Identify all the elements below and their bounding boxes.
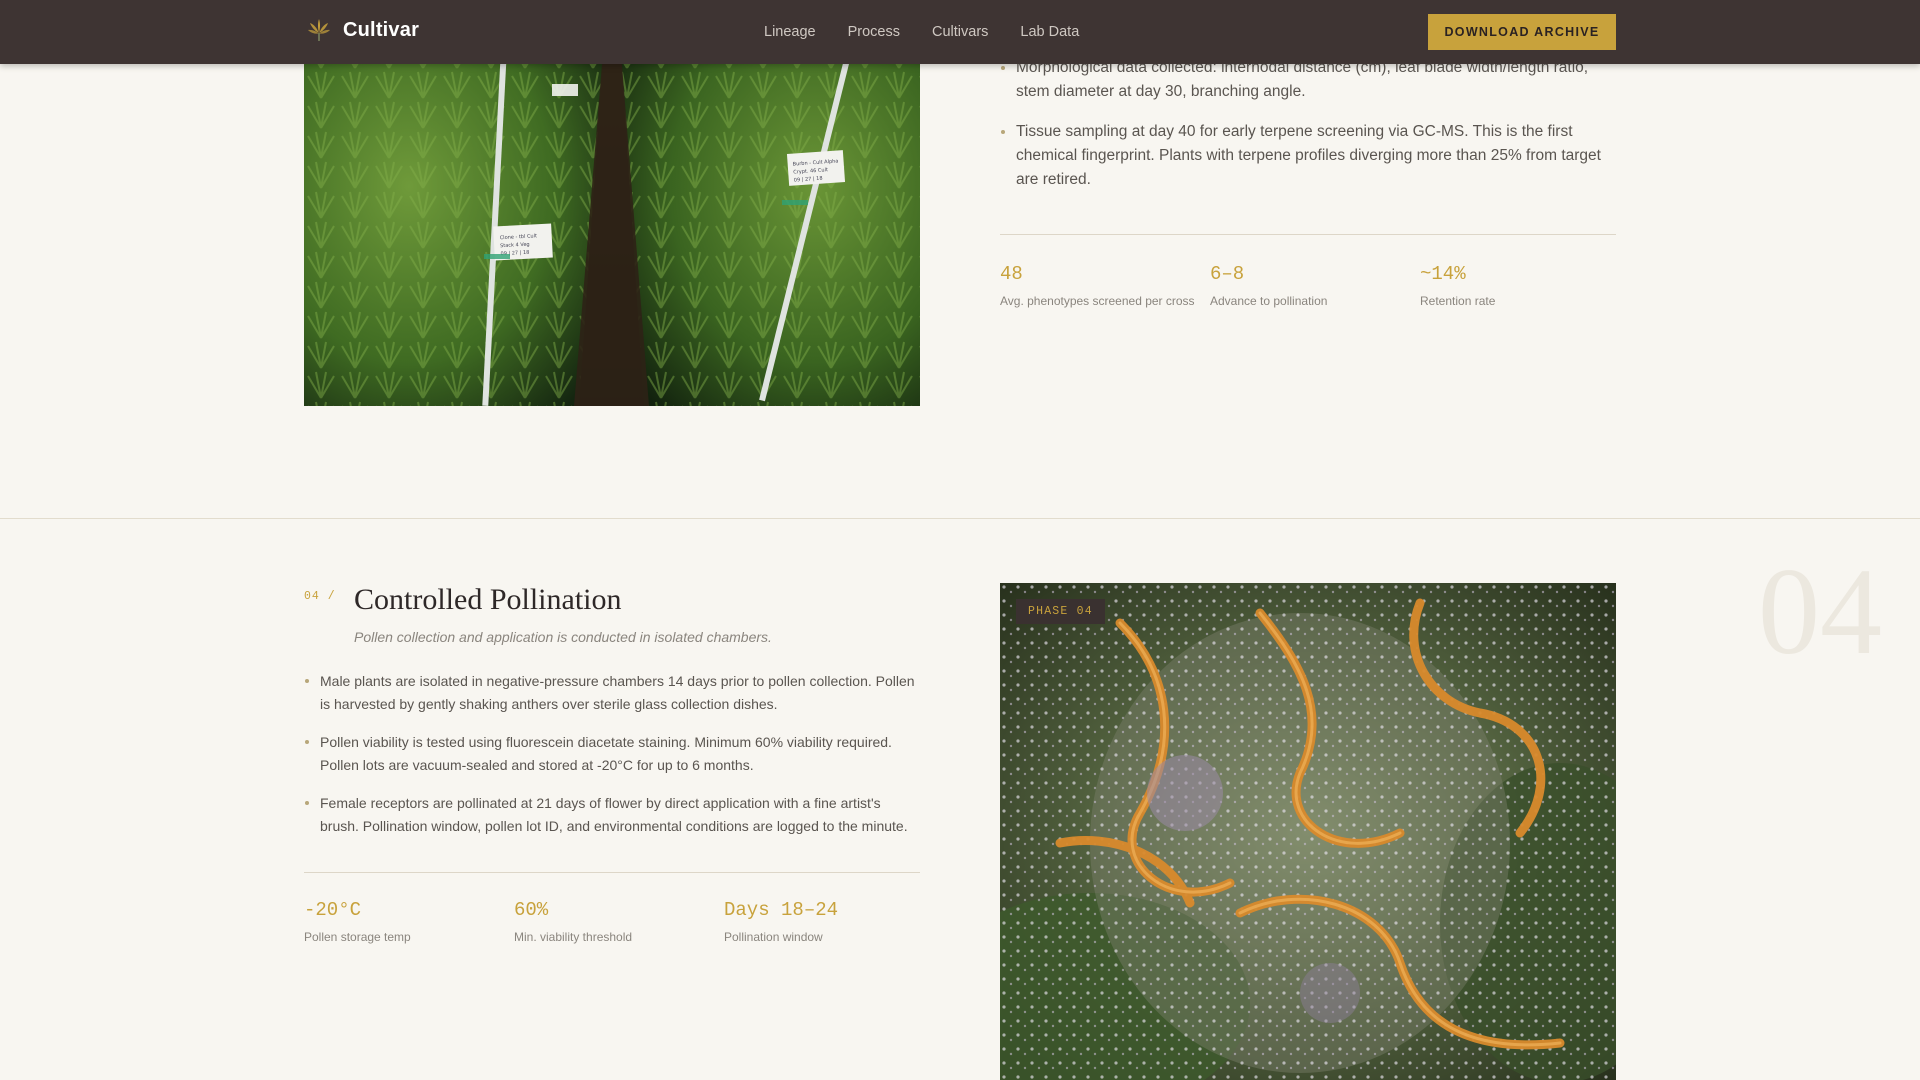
stat-label: Min. viability threshold [514, 930, 633, 944]
phase-stats: -20°C Pollen storage temp 60% Min. viabi… [304, 898, 934, 944]
stat-value: 6–8 [1210, 263, 1245, 285]
greenhouse-rows-photo: Clone - tbl Cult Stack 4 Veg 09 | 27 | 1… [304, 40, 920, 406]
nav-link-cultivars[interactable]: Cultivars [932, 24, 988, 40]
brand-name: Cultivar [343, 18, 420, 41]
stat-label: Retention rate [1420, 294, 1496, 308]
nav-link-process[interactable]: Process [848, 24, 900, 40]
upper-bullet-list: Morphological data collected: internodal… [1000, 56, 1620, 208]
greenhouse-rows-illustration: Clone - tbl Cult Stack 4 Veg 09 | 27 | 1… [304, 40, 920, 406]
stat-block: 6–8 Advance to pollination [1210, 262, 1420, 308]
stat-block: 48 Avg. phenotypes screened per cross [1000, 262, 1210, 308]
nav-link-lab-data[interactable]: Lab Data [1020, 24, 1079, 40]
stat-value: 48 [1000, 263, 1023, 285]
upper-stats: 48 Avg. phenotypes screened per cross 6–… [1000, 262, 1630, 308]
stat-value: Days 18–24 [724, 899, 839, 921]
divider [1000, 234, 1616, 235]
phase-title: Controlled Pollination [354, 583, 622, 616]
flower-macro-photo: PHASE 04 [1000, 583, 1616, 1080]
ghost-phase-number: 04 [1758, 543, 1882, 680]
nav-link-lineage[interactable]: Lineage [764, 24, 816, 40]
phase-subtitle: Pollen collection and application is con… [354, 629, 772, 645]
phase-badge: PHASE 04 [1016, 599, 1105, 624]
download-archive-button[interactable]: DOWNLOAD ARCHIVE [1428, 14, 1616, 50]
stat-block: ~14% Retention rate [1420, 262, 1630, 308]
list-item: Male plants are isolated in negative-pre… [304, 670, 920, 715]
list-item: Pollen viability is tested using fluores… [304, 731, 920, 776]
top-navigation-bar: Cultivar Lineage Process Cultivars Lab D… [0, 0, 1920, 64]
list-item: Tissue sampling at day 40 for early terp… [1000, 120, 1620, 192]
divider [304, 872, 920, 873]
stat-value: -20°C [304, 899, 362, 921]
phase-bullet-list: Male plants are isolated in negative-pre… [304, 670, 920, 853]
list-item: Female receptors are pollinated at 21 da… [304, 792, 920, 837]
section-divider [0, 518, 1920, 519]
stat-block: 60% Min. viability threshold [514, 898, 724, 944]
stat-label: Pollen storage temp [304, 930, 411, 944]
stat-value: ~14% [1420, 263, 1466, 285]
flower-macro-illustration [1000, 583, 1616, 1080]
stat-label: Avg. phenotypes screened per cross [1000, 294, 1195, 308]
main-nav: Lineage Process Cultivars Lab Data [764, 0, 1111, 64]
stat-label: Advance to pollination [1210, 294, 1328, 308]
stat-label: Pollination window [724, 930, 823, 944]
brand[interactable]: Cultivar [307, 17, 419, 43]
stat-value: 60% [514, 899, 549, 921]
stat-block: Days 18–24 Pollination window [724, 898, 934, 944]
stat-block: -20°C Pollen storage temp [304, 898, 514, 944]
cannabis-leaf-logo-icon [308, 19, 330, 41]
phase-number: 04 / [304, 590, 336, 603]
